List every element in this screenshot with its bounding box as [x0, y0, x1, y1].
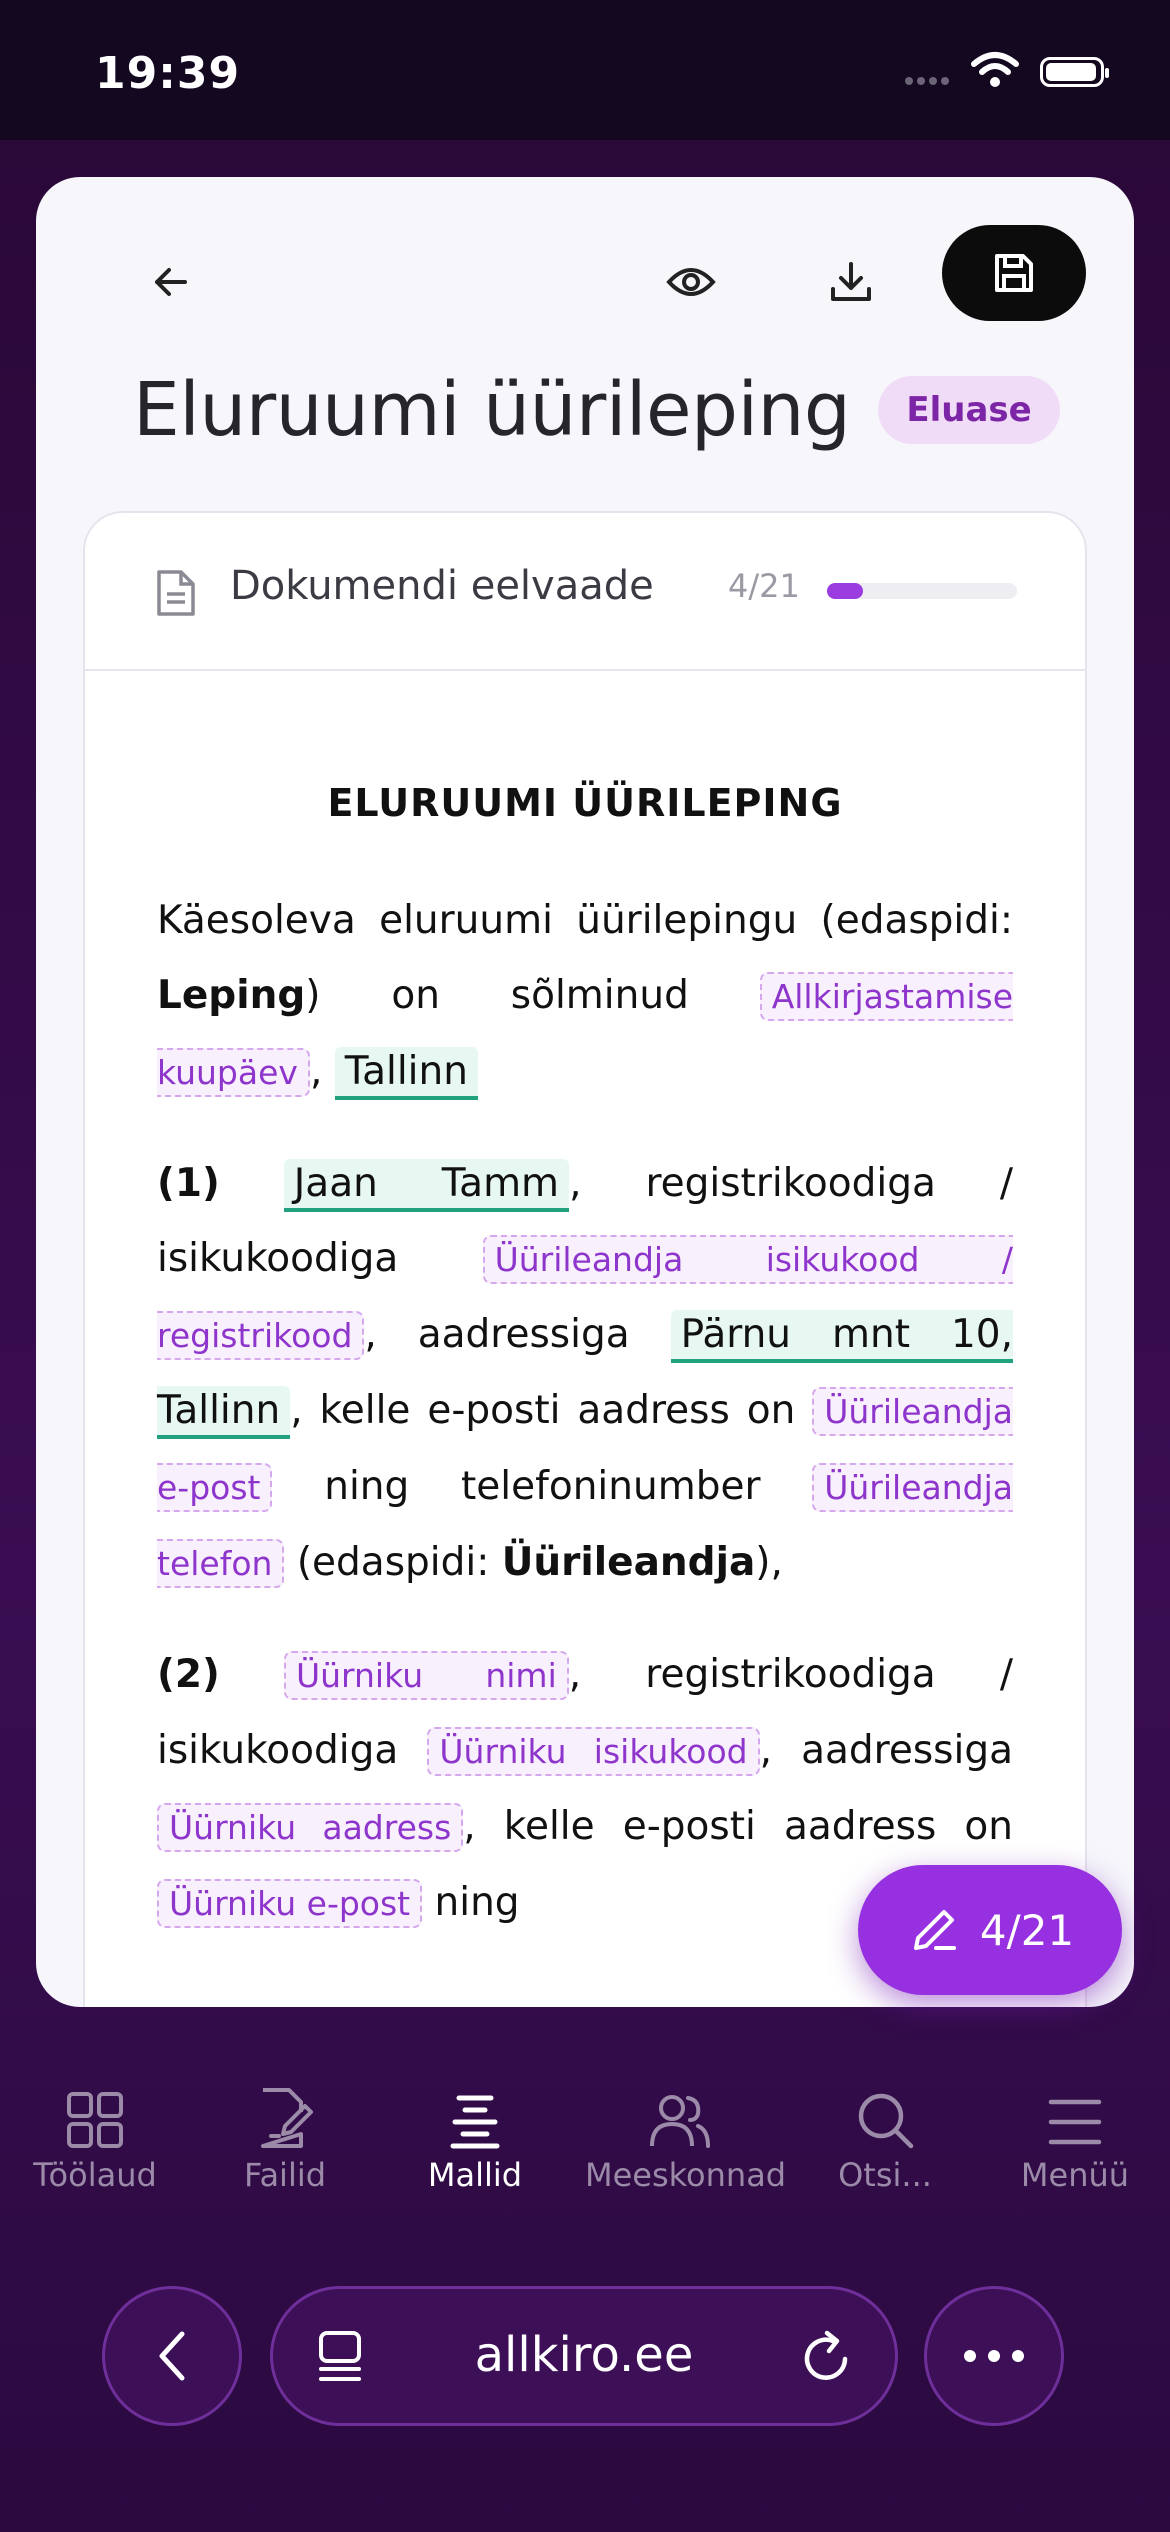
tab-label: Otsi... — [838, 2156, 932, 2194]
bold-term: Leping — [157, 973, 306, 1018]
bottom-tab-bar: Töölaud Failid Mallid Meeskonnad Otsi...… — [0, 2070, 1170, 2220]
save-icon — [995, 254, 1033, 292]
landlord-paragraph: (1) Jaan Tamm, registrikoodiga / isikuko… — [157, 1146, 1014, 1601]
tab-label: Mallid — [427, 2156, 523, 2194]
placeholder-tenant-code[interactable]: Üürniku isikukood — [427, 1727, 760, 1776]
text-segment: ) on sõlminud — [305, 973, 760, 1018]
document-preview: Dokumendi eelvaade 4/21 ELURUUMI ÜÜRILEP… — [83, 511, 1087, 2007]
download-icon — [831, 262, 871, 301]
party-number: (1) — [157, 1161, 220, 1206]
users-icon — [650, 2095, 710, 2148]
text-segment: ), — [755, 1540, 783, 1585]
battery-icon — [1040, 57, 1109, 87]
tab-label: Meeskonnad — [585, 2156, 787, 2194]
tab-otsi[interactable]: Otsi... — [790, 2070, 980, 2194]
arrow-left-icon — [155, 268, 187, 296]
document-heading: ELURUUMI ÜÜRILEPING — [327, 781, 843, 825]
text-segment: , — [309, 1049, 335, 1094]
save-button[interactable] — [942, 225, 1086, 321]
more-dots-icon — [964, 2350, 1024, 2362]
file-edit-icon — [261, 2088, 313, 2148]
tab-toolaud[interactable]: Töölaud — [0, 2070, 190, 2194]
filled-landlord-name[interactable]: Jaan Tamm — [283, 1159, 570, 1212]
download-button[interactable] — [806, 237, 896, 327]
chevron-left-icon — [159, 2331, 185, 2381]
category-badge: Eluase — [878, 376, 1060, 444]
text-segment: (edaspidi: — [284, 1540, 502, 1585]
tab-label: Menüü — [1020, 2156, 1130, 2194]
tab-label: Failid — [243, 2156, 327, 2194]
field-counter: 4/21 — [728, 567, 800, 605]
bold-term: Üürileandja — [501, 1540, 756, 1585]
status-time: 19:39 — [95, 48, 241, 99]
address-bar[interactable]: allkiro.ee — [270, 2286, 898, 2426]
page-title: Eluruumi üürileping — [133, 367, 851, 453]
text-segment: , aadressiga — [364, 1312, 671, 1357]
templates-icon — [450, 2095, 500, 2149]
eye-icon — [666, 268, 716, 296]
tab-menuu[interactable]: Menüü — [980, 2070, 1170, 2194]
party-number: (2) — [157, 1652, 220, 1697]
preview-button[interactable] — [646, 237, 736, 327]
search-icon — [858, 2093, 914, 2149]
fill-fields-button[interactable]: 4/21 — [858, 1865, 1122, 1995]
placeholder-tenant-email[interactable]: Üürniku e-post — [157, 1879, 423, 1928]
intro-paragraph: Käesoleva eluruumi üürilepingu (edaspidi… — [157, 883, 1013, 1110]
placeholder-tenant-address[interactable]: Üürniku aadress — [157, 1803, 464, 1852]
status-bar: 19:39 — [0, 0, 1170, 140]
text-segment: , kelle e-posti aadress on — [463, 1804, 1013, 1849]
text-segment: ning — [422, 1880, 520, 1925]
preview-header: Dokumendi eelvaade 4/21 — [85, 513, 1085, 671]
progress-fill — [827, 583, 864, 599]
text-segment: ning telefoninumber — [272, 1464, 813, 1509]
pencil-icon — [913, 1910, 956, 1950]
template-card: Eluruumi üürileping Eluase Dokumendi eel… — [36, 177, 1134, 2007]
menu-icon — [1048, 2099, 1102, 2145]
progress-bar — [827, 583, 1017, 599]
text-segment: Käesoleva eluruumi üürilepingu (edaspidi… — [157, 898, 1013, 943]
placeholder-tenant-name[interactable]: Üürniku nimi — [283, 1651, 569, 1700]
tab-meeskonnad[interactable]: Meeskonnad — [585, 2070, 787, 2194]
text-segment: , aadressiga — [759, 1728, 1013, 1773]
grid-icon — [67, 2092, 123, 2148]
text-segment: , kelle e-posti aadress on — [290, 1388, 813, 1433]
cellular-signal-icon — [905, 70, 953, 89]
browser-more-button[interactable] — [924, 2286, 1064, 2426]
tab-label: Töölaud — [33, 2156, 157, 2194]
browser-back-button[interactable] — [102, 2286, 242, 2426]
document-body: ELURUUMI ÜÜRILEPING Käesoleva eluruumi ü… — [157, 773, 1014, 1977]
wifi-icon — [971, 52, 1019, 87]
tab-mallid[interactable]: Mallid — [380, 2070, 570, 2194]
title-row: Eluruumi üürileping Eluase — [133, 367, 1060, 453]
tab-failid[interactable]: Failid — [190, 2070, 380, 2194]
back-button[interactable] — [126, 237, 216, 327]
browser-toolbar: allkiro.ee — [0, 2280, 1170, 2440]
reload-icon[interactable] — [801, 2329, 853, 2385]
filled-city[interactable]: Tallinn — [334, 1047, 478, 1100]
preview-title: Dokumendi eelvaade — [230, 563, 654, 609]
fab-counter: 4/21 — [979, 1905, 1075, 1955]
document-icon — [157, 570, 195, 616]
